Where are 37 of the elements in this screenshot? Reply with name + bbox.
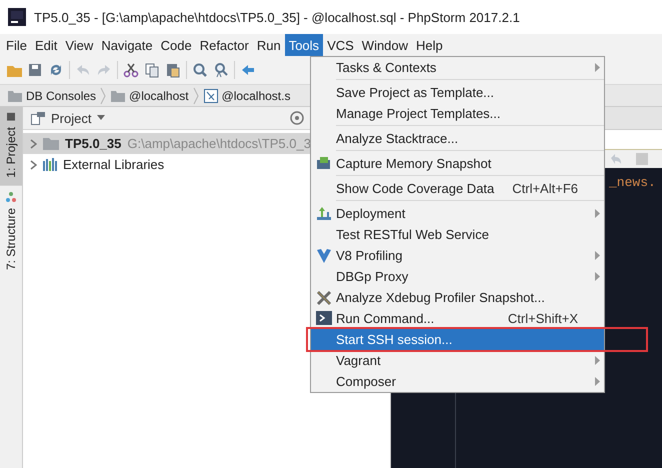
menu-bar-item[interactable]: Tools — [284, 34, 324, 56]
menu-bar-item[interactable]: Refactor — [196, 34, 253, 56]
breadcrumb-item[interactable]: @localhost — [129, 88, 189, 102]
menu-bar-item[interactable]: Run — [252, 34, 285, 56]
menu-item[interactable]: Capture Memory Snapshot — [311, 153, 604, 174]
menu-item[interactable]: Analyze Xdebug Profiler Snapshot... — [311, 287, 604, 308]
menu-item[interactable]: Save Project as Template... — [311, 82, 604, 103]
menu-bar-item[interactable]: View — [61, 34, 98, 56]
tree-item-label: External Libraries — [63, 157, 164, 172]
tree-item-path: G:\amp\apache\htdocs\TP5.0_3 — [127, 136, 311, 151]
menu-bar-item[interactable]: VCS — [323, 34, 358, 56]
menu-bar-item[interactable]: Code — [156, 34, 196, 56]
shortcut-label: Ctrl+Alt+F6 — [512, 181, 578, 196]
menu-bar-item[interactable]: Window — [358, 34, 412, 56]
breadcrumb-item[interactable]: DB Consoles — [26, 88, 96, 102]
menu-bar-item[interactable]: Help — [412, 34, 447, 56]
shortcut-label: Ctrl+Shift+X — [508, 311, 578, 326]
menu-item[interactable]: Deployment — [311, 203, 604, 224]
menu-item[interactable]: Start SSH session... — [311, 329, 604, 350]
tool-window-tab[interactable]: 7: Structure — [0, 186, 22, 278]
panel-title[interactable]: Project — [51, 110, 92, 126]
menu-item[interactable]: Test RESTful Web Service — [311, 224, 604, 245]
window-title: TP5.0_35 - [G:\amp\apache\htdocs\TP5.0_35] - @localhost.sql - PhpStorm 2017.2.1 — [34, 10, 520, 24]
menu-bar-item[interactable]: Edit — [30, 34, 62, 56]
menu-bar-item[interactable]: File — [2, 34, 31, 56]
menu-item[interactable]: Show Code Coverage Data Ctrl+Alt+F6 — [311, 178, 604, 199]
tool-window-tab[interactable]: 1: Project — [0, 107, 22, 186]
menu-bar-item[interactable]: Navigate — [97, 34, 157, 56]
menu-item[interactable]: Manage Project Templates... — [311, 103, 604, 124]
menu-item[interactable]: Run Command... Ctrl+Shift+X — [311, 308, 604, 329]
menu-item[interactable]: Composer — [311, 371, 604, 392]
breadcrumb-item[interactable]: @localhost.s — [222, 88, 290, 102]
menu-item[interactable]: DBGp Proxy — [311, 266, 604, 287]
menu-item[interactable]: V8 Profiling — [311, 245, 604, 266]
code-text: _news. — [609, 175, 656, 190]
tree-item-label: TP5.0_35 — [65, 136, 122, 151]
menu-item[interactable]: Vagrant — [311, 350, 604, 371]
